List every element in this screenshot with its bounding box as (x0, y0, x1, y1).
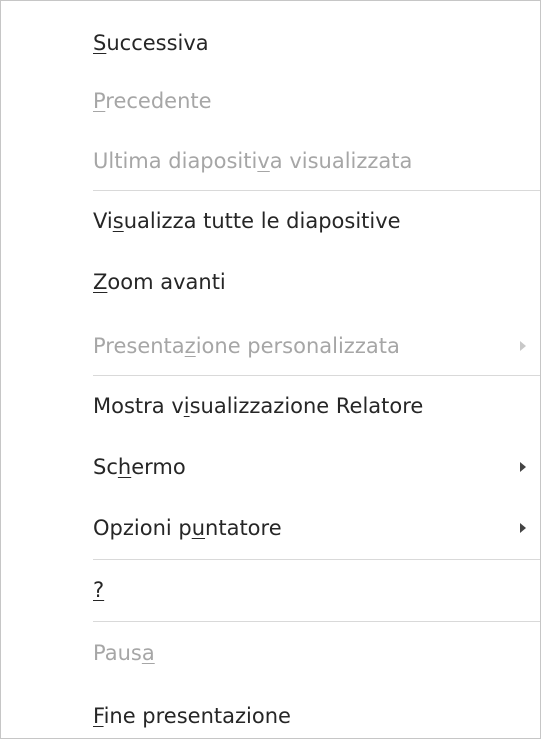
slideshow-context-menu: Successiva Precedente Ultima diapositiva… (0, 0, 541, 739)
menu-item-label: Mostra visualizzazione Relatore (93, 394, 424, 418)
menu-separator (93, 190, 540, 191)
menu-item-label: Zoom avanti (93, 270, 226, 294)
submenu-arrow-icon (520, 523, 526, 533)
menu-item-fine-presentazione[interactable]: Fine presentazione (93, 694, 540, 738)
menu-item-label: Ultima diapositiva visualizzata (93, 149, 413, 173)
menu-item-label: ? (93, 578, 105, 602)
menu-item-zoom-avanti[interactable]: Zoom avanti (93, 260, 540, 304)
menu-item-successiva[interactable]: Successiva (93, 21, 540, 65)
menu-item-presentazione-personalizzata: Presentazione personalizzata (93, 324, 540, 368)
submenu-arrow-icon (520, 462, 526, 472)
menu-item-label: Schermo (93, 455, 186, 479)
menu-item-label: Fine presentazione (93, 704, 291, 728)
menu-item-label: Opzioni puntatore (93, 516, 282, 540)
menu-item-opzioni-puntatore[interactable]: Opzioni puntatore (93, 506, 540, 550)
menu-separator (93, 375, 540, 376)
menu-item-label: Successiva (93, 31, 209, 55)
menu-separator (93, 559, 540, 560)
menu-item-label: Precedente (93, 89, 212, 113)
submenu-arrow-icon (520, 341, 526, 351)
menu-separator (93, 621, 540, 622)
menu-item-visualizza-tutte[interactable]: Visualizza tutte le diapositive (93, 199, 540, 243)
menu-item-pausa: Pausa (93, 631, 540, 675)
menu-item-schermo[interactable]: Schermo (93, 445, 540, 489)
menu-item-label: Presentazione personalizzata (93, 334, 400, 358)
menu-item-visualizzazione-relatore[interactable]: Mostra visualizzazione Relatore (93, 384, 540, 428)
menu-item-label: Visualizza tutte le diapositive (93, 209, 401, 233)
menu-item-help[interactable]: ? (93, 568, 540, 612)
menu-item-precedente: Precedente (93, 79, 540, 123)
menu-item-ultima-diapositiva: Ultima diapositiva visualizzata (93, 139, 540, 183)
menu-item-label: Pausa (93, 641, 155, 665)
